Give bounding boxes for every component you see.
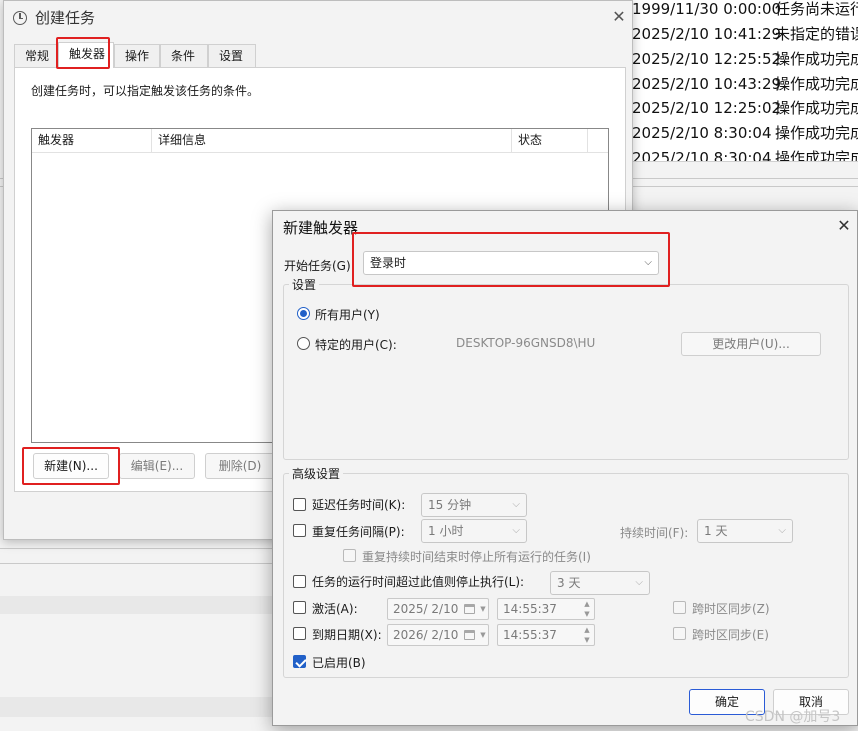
activate-time-value: 14:55:37	[503, 602, 557, 616]
clock-icon	[13, 11, 27, 25]
expire-time-value: 14:55:37	[503, 628, 557, 642]
chevron-down-icon: ⌵	[635, 577, 643, 588]
expire-checkbox[interactable]	[293, 627, 306, 640]
stop-repeat-checkbox[interactable]	[343, 549, 356, 562]
stop-long-select[interactable]: 3 天 ⌵	[550, 571, 650, 595]
column-header-trigger[interactable]: 触发器	[32, 129, 152, 153]
expire-date-value: 2026/ 2/10	[393, 628, 459, 642]
calendar-icon[interactable]	[464, 630, 475, 640]
tab-general[interactable]: 常规	[14, 44, 58, 68]
delay-value: 15 分钟	[428, 498, 472, 512]
history-row[interactable]: 2025/2/10 8:30:04 操作成功完成	[632, 146, 858, 161]
sync-timezone-checkbox-1[interactable]	[673, 601, 686, 614]
chevron-down-icon: ▼	[480, 631, 486, 639]
repeat-select[interactable]: 1 小时 ⌵	[421, 519, 527, 543]
enabled-checkbox[interactable]	[293, 655, 306, 668]
column-header-details[interactable]: 详细信息	[152, 129, 512, 153]
watermark-text: CSDN @加号3	[745, 709, 841, 725]
close-icon[interactable]: ✕	[608, 6, 630, 28]
edit-trigger-button[interactable]: 编辑(E)...	[119, 453, 195, 479]
activate-time-field[interactable]: 14:55:37 ▲ ▼	[497, 598, 595, 620]
repeat-checkbox[interactable]	[293, 524, 306, 537]
triggers-description: 创建任务时，可以指定触发该任务的条件。	[31, 84, 260, 98]
repeat-label: 重复任务间隔(P):	[312, 525, 405, 539]
tab-conditions[interactable]: 条件	[160, 44, 208, 68]
settings-group-title: 设置	[289, 276, 320, 293]
sync-timezone-label-1: 跨时区同步(Z)	[692, 602, 770, 616]
activate-checkbox[interactable]	[293, 601, 306, 614]
change-user-button[interactable]: 更改用户(U)...	[681, 332, 821, 356]
enabled-label: 已启用(B)	[312, 656, 366, 670]
stop-long-checkbox[interactable]	[293, 575, 306, 588]
spinner-icon[interactable]: ▲ ▼	[582, 625, 592, 645]
delay-checkbox[interactable]	[293, 498, 306, 511]
delay-select[interactable]: 15 分钟 ⌵	[421, 493, 527, 517]
chevron-down-icon: ⌵	[512, 525, 520, 536]
history-row[interactable]: 1999/11/30 0:00:00任务尚未运行	[632, 0, 858, 22]
triggers-table-header: 触发器 详细信息 状态	[32, 129, 608, 153]
chevron-down-icon: ⌵	[644, 257, 652, 268]
history-row[interactable]: 2025/2/10 12:25:02操作成功完成	[632, 96, 858, 121]
sync-timezone-label-2: 跨时区同步(E)	[692, 628, 769, 642]
history-row[interactable]: 2025/2/10 8:30:04 操作成功完成	[632, 121, 858, 146]
expire-date-field[interactable]: 2026/ 2/10 ▼	[387, 624, 489, 646]
calendar-icon[interactable]	[464, 604, 475, 614]
column-header-status[interactable]: 状态	[512, 129, 588, 153]
expire-label: 到期日期(X):	[312, 628, 382, 642]
begin-task-label: 开始任务(G):	[284, 259, 355, 273]
delay-label: 延迟任务时间(K):	[312, 498, 406, 512]
new-trigger-dialog: 新建触发器 ✕ 开始任务(G): 登录时 ⌵ 设置 所有用户(Y) 特定的用户(…	[272, 210, 858, 726]
activate-label: 激活(A):	[312, 602, 358, 616]
sync-timezone-checkbox-2[interactable]	[673, 627, 686, 640]
stop-long-label: 任务的运行时间超过此值则停止执行(L):	[312, 575, 525, 589]
specific-user-radio[interactable]	[297, 337, 310, 350]
duration-value: 1 天	[704, 524, 728, 538]
new-trigger-button[interactable]: 新建(N)...	[33, 453, 109, 479]
stop-repeat-label: 重复持续时间结束时停止所有运行的任务(I)	[362, 550, 591, 564]
tab-actions[interactable]: 操作	[114, 44, 160, 68]
history-row[interactable]: 2025/2/10 10:43:29操作成功完成	[632, 72, 858, 97]
advanced-settings-title: 高级设置	[289, 465, 344, 482]
history-row[interactable]: 2025/2/10 12:25:52操作成功完成	[632, 47, 858, 72]
new-trigger-title: 新建触发器	[283, 219, 359, 237]
begin-task-select[interactable]: 登录时 ⌵	[363, 251, 659, 275]
history-list[interactable]: 1999/11/30 0:00:00任务尚未运行 2025/2/10 10:41…	[632, 0, 858, 162]
activate-date-field[interactable]: 2025/ 2/10 ▼	[387, 598, 489, 620]
chevron-down-icon: ⌵	[512, 499, 520, 510]
create-task-title: 创建任务	[35, 9, 96, 27]
chevron-down-icon: ⌵	[778, 525, 786, 536]
duration-label: 持续时间(F):	[620, 526, 689, 540]
begin-task-value: 登录时	[370, 256, 407, 270]
duration-select[interactable]: 1 天 ⌵	[697, 519, 793, 543]
history-row[interactable]: 2025/2/10 10:41:29未指定的错误	[632, 22, 858, 47]
activate-date-value: 2025/ 2/10	[393, 602, 459, 616]
all-users-label: 所有用户(Y)	[315, 308, 380, 322]
specific-user-label: 特定的用户(C):	[315, 338, 397, 352]
tab-triggers[interactable]: 触发器	[58, 42, 114, 68]
close-icon[interactable]: ✕	[833, 215, 855, 237]
stop-long-value: 3 天	[557, 576, 581, 590]
tab-settings[interactable]: 设置	[208, 44, 256, 68]
delete-trigger-button[interactable]: 删除(D)	[205, 453, 275, 479]
repeat-value: 1 小时	[428, 524, 464, 538]
all-users-radio[interactable]	[297, 307, 310, 320]
spinner-icon[interactable]: ▲ ▼	[582, 599, 592, 619]
create-task-titlebar: 创建任务 ✕	[4, 1, 632, 33]
expire-time-field[interactable]: 14:55:37 ▲ ▼	[497, 624, 595, 646]
chevron-down-icon: ▼	[480, 605, 486, 613]
user-name-text: DESKTOP-96GNSD8\HU	[456, 336, 596, 350]
